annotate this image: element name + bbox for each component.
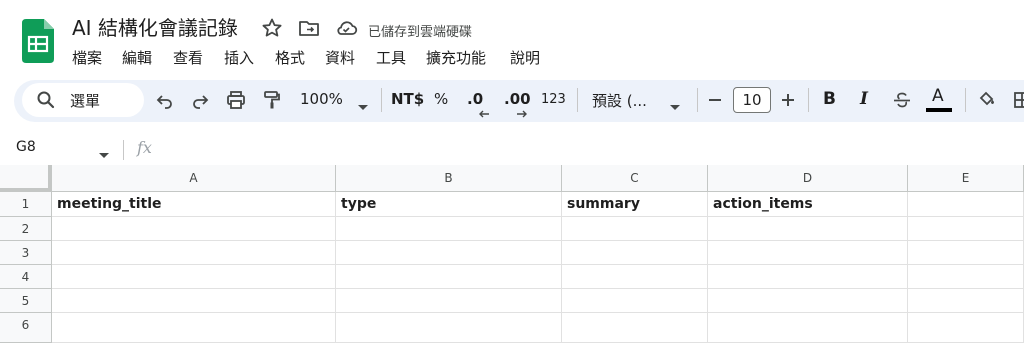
table-cell[interactable]	[52, 313, 336, 343]
percent-format-button[interactable]: %	[434, 90, 448, 108]
row-header-1[interactable]: 1	[0, 192, 52, 217]
move-to-folder-icon[interactable]	[297, 16, 321, 40]
table-cell[interactable]	[708, 313, 908, 343]
table-cell[interactable]	[708, 289, 908, 313]
increase-font-size-icon[interactable]	[776, 88, 800, 112]
bold-button[interactable]: B	[823, 89, 836, 109]
column-header-e[interactable]: E	[908, 165, 1024, 192]
strikethrough-icon[interactable]	[890, 88, 914, 112]
toolbar-divider	[577, 88, 578, 112]
formula-divider	[123, 140, 124, 160]
menu-tools[interactable]: 工具	[376, 47, 406, 69]
table-cell[interactable]	[336, 289, 562, 313]
table-cell[interactable]	[336, 217, 562, 241]
column-header-a[interactable]: A	[52, 165, 336, 192]
zoom-select[interactable]: 100%	[300, 90, 343, 108]
font-dropdown-icon[interactable]	[669, 97, 681, 116]
table-cell[interactable]	[336, 265, 562, 289]
table-cell[interactable]	[908, 313, 1024, 343]
sheets-logo[interactable]	[22, 19, 54, 63]
table-cell[interactable]	[336, 313, 562, 343]
table-cell[interactable]	[562, 313, 708, 343]
cloud-saved-icon[interactable]	[334, 16, 358, 40]
cell-e1[interactable]	[908, 192, 1024, 217]
column-header-d[interactable]: D	[708, 165, 908, 192]
row-header-4[interactable]: 4	[0, 265, 52, 289]
search-label: 選單	[70, 92, 101, 110]
menu-view[interactable]: 查看	[173, 47, 203, 69]
undo-icon[interactable]	[153, 88, 177, 112]
font-size-input[interactable]: 10	[733, 87, 771, 113]
fill-color-icon[interactable]	[975, 88, 999, 112]
toolbar-divider	[697, 88, 698, 112]
table-cell[interactable]	[562, 241, 708, 265]
sheet-grid: A B C D E 1 2 3 4 5 6 meeting_title type…	[0, 165, 1024, 343]
paint-format-icon[interactable]	[260, 88, 284, 112]
star-icon[interactable]	[260, 16, 284, 40]
table-cell[interactable]	[336, 241, 562, 265]
table-cell[interactable]	[708, 265, 908, 289]
currency-format-button[interactable]: NT$	[391, 90, 424, 108]
decrease-font-size-icon[interactable]	[703, 88, 727, 112]
name-box-dropdown-icon[interactable]	[98, 145, 110, 164]
table-cell[interactable]	[52, 289, 336, 313]
menu-file[interactable]: 檔案	[72, 47, 102, 69]
text-color-button[interactable]: A	[932, 86, 944, 106]
text-color-swatch	[926, 108, 952, 112]
cell-d1[interactable]: action_items	[708, 192, 908, 217]
row-header-3[interactable]: 3	[0, 241, 52, 265]
table-cell[interactable]	[562, 265, 708, 289]
font-select[interactable]: 預設 (...	[592, 90, 647, 111]
table-cell[interactable]	[52, 265, 336, 289]
column-header-c[interactable]: C	[562, 165, 708, 192]
table-cell[interactable]	[708, 217, 908, 241]
toolbar-divider	[965, 88, 966, 112]
table-cell[interactable]	[908, 289, 1024, 313]
table-cell[interactable]	[908, 241, 1024, 265]
table-cell[interactable]	[562, 217, 708, 241]
name-box[interactable]: G8	[16, 139, 36, 155]
document-title[interactable]: AI 結構化會議記錄	[72, 14, 238, 42]
italic-button[interactable]: I	[860, 89, 868, 109]
table-cell[interactable]	[908, 217, 1024, 241]
select-all-corner[interactable]	[0, 165, 52, 192]
more-formats-button[interactable]: 123	[541, 92, 566, 107]
cell-a1[interactable]: meeting_title	[52, 192, 336, 217]
table-cell[interactable]	[908, 265, 1024, 289]
saved-status: 已儲存到雲端硬碟	[368, 25, 473, 40]
print-icon[interactable]	[224, 88, 248, 112]
cell-c1[interactable]: summary	[562, 192, 708, 217]
table-cell[interactable]	[52, 241, 336, 265]
menu-extensions[interactable]: 擴充功能	[426, 47, 486, 69]
menu-edit[interactable]: 編輯	[122, 47, 152, 69]
column-header-b[interactable]: B	[336, 165, 562, 192]
row-header-5[interactable]: 5	[0, 289, 52, 313]
row-header-6[interactable]: 6	[0, 313, 52, 343]
formula-input[interactable]	[170, 140, 1010, 160]
toolbar-divider	[808, 88, 809, 112]
row-header-2[interactable]: 2	[0, 217, 52, 241]
cell-b1[interactable]: type	[336, 192, 562, 217]
menu-insert[interactable]: 插入	[224, 47, 254, 69]
search-icon	[34, 88, 58, 112]
borders-icon[interactable]	[1010, 88, 1024, 112]
arrow-right-icon	[516, 103, 528, 122]
fx-icon: fx	[137, 138, 152, 157]
arrow-left-icon	[478, 103, 490, 122]
zoom-dropdown-icon[interactable]	[357, 97, 369, 116]
menu-help[interactable]: 說明	[510, 47, 540, 69]
menu-data[interactable]: 資料	[325, 47, 355, 69]
redo-icon[interactable]	[188, 88, 212, 112]
menu-format[interactable]: 格式	[275, 47, 305, 69]
table-cell[interactable]	[708, 241, 908, 265]
table-cell[interactable]	[562, 289, 708, 313]
table-cell[interactable]	[52, 217, 336, 241]
toolbar-divider	[381, 88, 382, 112]
